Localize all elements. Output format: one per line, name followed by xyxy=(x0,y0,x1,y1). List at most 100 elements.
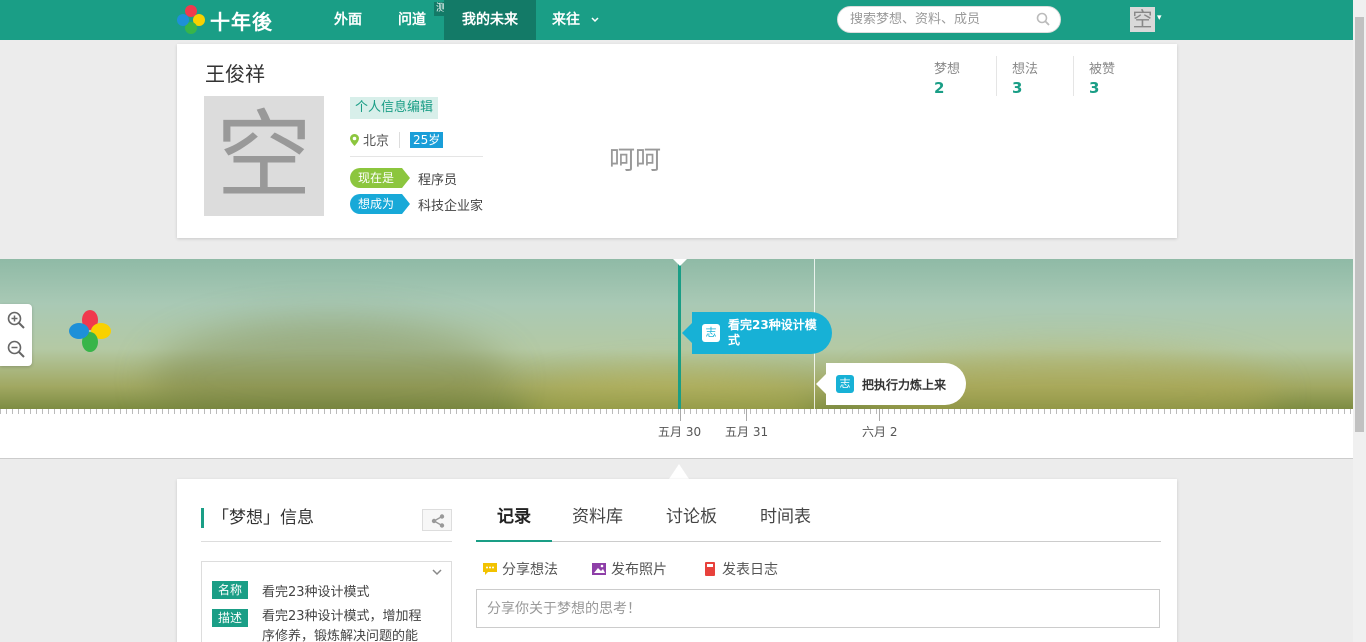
stat-label: 想法 xyxy=(1012,62,1039,77)
background-blur xyxy=(150,319,510,409)
tab-discussion[interactable]: 讨论板 xyxy=(666,503,717,542)
search-icon[interactable] xyxy=(1036,12,1050,26)
stat-dreams[interactable]: 梦想 2 xyxy=(934,58,960,97)
chevron-down-icon[interactable] xyxy=(431,566,443,578)
card-pointer xyxy=(669,464,689,479)
timeline-flower-icon xyxy=(69,310,111,352)
profile-motto: 呵呵 xyxy=(609,146,662,176)
ruler-ticks xyxy=(0,409,1353,414)
search-input[interactable] xyxy=(850,12,1030,27)
chevron-down-icon[interactable]: ▾ xyxy=(1157,13,1162,23)
nav-item-outside[interactable]: 外面 xyxy=(330,0,366,40)
tab-label: 讨论板 xyxy=(666,507,717,527)
flower-logo-icon xyxy=(176,5,206,35)
background-blur xyxy=(520,369,820,409)
page-scrollbar[interactable] xyxy=(1353,0,1366,642)
stat-value: 3 xyxy=(1012,79,1023,97)
tab-library[interactable]: 资料库 xyxy=(572,503,623,542)
dream-info-box: 名称 看完23种设计模式 描述 看完23种设计模式，增加程序修养，锻炼解决问题的… xyxy=(201,561,452,642)
dream-name-row: 名称 看完23种设计模式 xyxy=(212,581,370,600)
top-nav: 十年後 外面 问道 测 我的未来 来往 空 ▾ xyxy=(0,0,1353,40)
divider xyxy=(399,131,401,148)
nav-item-label: 问道 xyxy=(398,12,426,28)
content-tabs: 记录 资料库 讨论板 时间表 xyxy=(476,503,1161,542)
timeline-current-tip xyxy=(673,259,687,266)
date-label: 五月 30 xyxy=(658,425,702,439)
user-name: 王俊祥 xyxy=(205,62,265,86)
stat-value: 2 xyxy=(934,79,945,97)
speech-bubble-icon xyxy=(483,563,497,575)
brand-name: 十年後 xyxy=(210,9,273,34)
timeline-canvas[interactable] xyxy=(0,259,1353,409)
stat-likes[interactable]: 被赞 3 xyxy=(1089,58,1115,97)
share-idea-button[interactable]: 分享想法 xyxy=(482,559,558,579)
journal-icon: 志 xyxy=(836,375,854,393)
tab-label: 记录 xyxy=(497,507,531,527)
location-row: 北京 25岁 xyxy=(350,130,444,149)
desc-tag: 描述 xyxy=(212,609,249,627)
goal-role-row: 想成为 科技企业家 xyxy=(350,194,483,214)
stat-ideas[interactable]: 想法 3 xyxy=(1012,58,1038,97)
nav-item-label: 我的未来 xyxy=(462,12,518,28)
location-pin-icon xyxy=(350,133,359,146)
dream-detail-card: 「梦想」信息 名称 看完23种设计模式 描述 看完23种设计模式，增加程序修养，… xyxy=(177,479,1177,642)
event-text: 看完23种设计模式 xyxy=(728,318,817,347)
post-photo-button[interactable]: 发布照片 xyxy=(591,559,667,579)
tab-label: 时间表 xyxy=(760,507,811,527)
tab-records[interactable]: 记录 xyxy=(476,503,552,542)
dream-name: 看完23种设计模式 xyxy=(262,585,370,600)
post-journal-button[interactable]: 发表日志 xyxy=(702,559,778,579)
nav-item-label: 外面 xyxy=(334,12,362,28)
event-text: 把执行力炼上来 xyxy=(862,377,947,392)
zoom-in-icon[interactable] xyxy=(6,310,26,330)
action-label: 发布照片 xyxy=(611,562,667,578)
tab-label: 资料库 xyxy=(572,507,623,527)
divider xyxy=(996,56,997,96)
divider xyxy=(201,541,452,542)
chevron-down-icon xyxy=(591,17,599,23)
date-label: 六月 2 xyxy=(862,425,898,439)
user-avatar[interactable]: 空 xyxy=(1130,7,1155,32)
timeline-event[interactable]: 志 看完23种设计模式 xyxy=(682,312,832,354)
stat-value: 3 xyxy=(1089,79,1100,97)
dream-desc-row: 描述 看完23种设计模式，增加程序修养，锻炼解决问题的能 xyxy=(212,609,434,642)
divider xyxy=(1073,56,1074,96)
tab-schedule[interactable]: 时间表 xyxy=(760,503,811,542)
nav-item-label: 来往 xyxy=(552,12,580,28)
timeline-current-line[interactable] xyxy=(678,259,681,411)
divider xyxy=(350,156,483,157)
brand-logo[interactable]: 十年後 xyxy=(176,5,273,35)
image-icon xyxy=(592,563,606,575)
ruler-major-tick xyxy=(680,409,681,421)
profile-avatar: 空 xyxy=(204,96,324,216)
timeline-event[interactable]: 志 把执行力炼上来 xyxy=(816,363,966,405)
profile-card: 王俊祥 空 个人信息编辑 北京 25岁 现在是 程序员 想成为 科技企业家 呵呵… xyxy=(177,44,1177,238)
age-badge: 25岁 xyxy=(410,131,444,148)
stat-label: 梦想 xyxy=(934,62,961,77)
want-tag: 想成为 xyxy=(350,194,411,214)
ruler-major-tick xyxy=(746,409,747,421)
scrollbar-thumb[interactable] xyxy=(1355,17,1364,432)
date-label: 五月 31 xyxy=(725,425,769,439)
goal-role: 科技企业家 xyxy=(418,198,484,214)
nav-item-my-future[interactable]: 我的未来 xyxy=(444,0,536,40)
dream-info-title: 「梦想」信息 xyxy=(201,508,314,528)
post-thought-input[interactable] xyxy=(476,589,1160,628)
action-label: 发表日志 xyxy=(722,562,778,578)
nav-item-contacts[interactable]: 来往 xyxy=(552,0,602,40)
zoom-control xyxy=(0,304,32,366)
journal-icon: 志 xyxy=(702,324,720,342)
zoom-out-icon[interactable] xyxy=(6,339,26,359)
ruler-major-tick xyxy=(879,409,880,421)
action-label: 分享想法 xyxy=(502,562,558,578)
share-button[interactable] xyxy=(422,509,452,531)
stat-label: 被赞 xyxy=(1089,62,1116,77)
journal-book-icon xyxy=(705,562,715,576)
nav-item-wendao[interactable]: 问道 测 xyxy=(392,0,448,40)
edit-profile-button[interactable]: 个人信息编辑 xyxy=(350,97,439,119)
city: 北京 xyxy=(363,134,390,149)
dream-description: 看完23种设计模式，增加程序修养，锻炼解决问题的能 xyxy=(262,609,422,642)
timeline-ruler[interactable]: 五月 30 五月 31 六月 2 xyxy=(0,409,1353,459)
name-tag: 名称 xyxy=(212,581,249,599)
search-box xyxy=(837,6,1061,33)
